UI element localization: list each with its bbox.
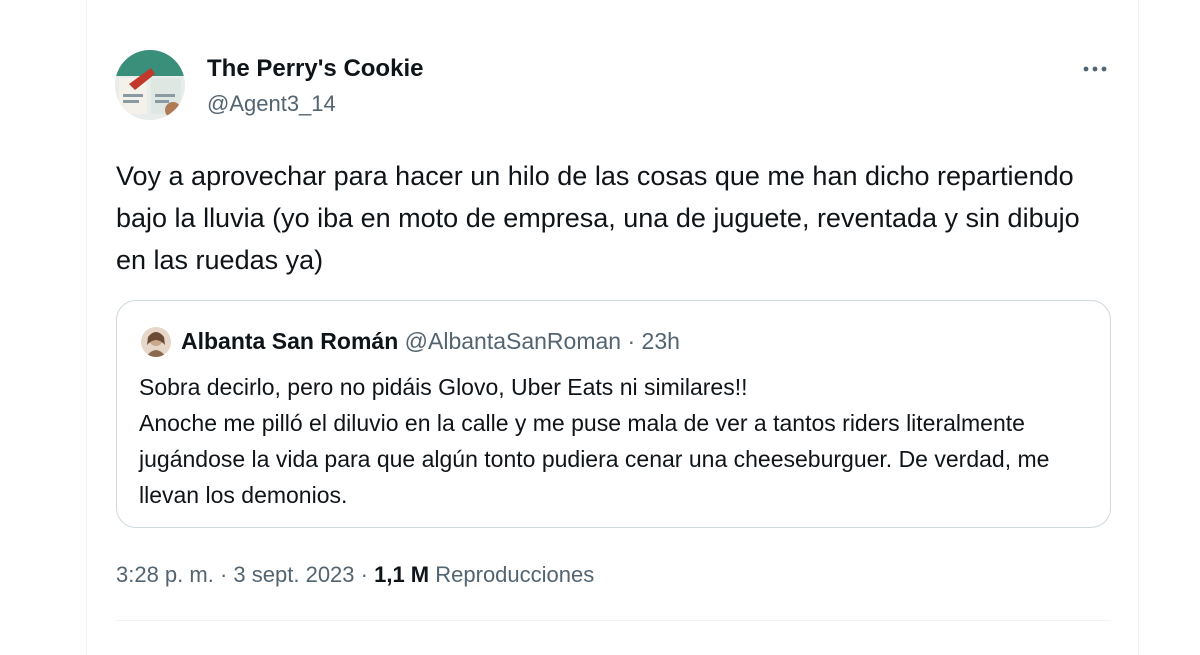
quoted-text: Sobra decirlo, pero no pidáis Glovo, Ube…	[139, 369, 1099, 513]
meta-separator: ·	[360, 562, 368, 587]
more-options-button[interactable]	[1078, 56, 1112, 82]
quoted-time[interactable]: 23h	[642, 328, 680, 354]
quoted-header: Albanta San Román @AlbantaSanRoman · 23h	[181, 326, 680, 356]
tweet-time[interactable]: 3:28 p. m.	[116, 562, 214, 587]
tweet-date[interactable]: 3 sept. 2023	[233, 562, 354, 587]
meta-separator: ·	[219, 562, 228, 587]
avatar-image	[115, 50, 185, 120]
views-count: 1,1 M	[374, 562, 430, 587]
tweet-text: Voy a aprovechar para hacer un hilo de l…	[116, 161, 1080, 275]
author-name[interactable]: The Perry's Cookie	[207, 55, 423, 83]
quoted-text-line: Anoche me pilló el diluvio en la calle y…	[139, 410, 1050, 508]
quoted-author-name[interactable]: Albanta San Román	[181, 328, 398, 354]
divider	[116, 620, 1111, 621]
quoted-author-avatar[interactable]	[141, 327, 171, 357]
quoted-text-line: Sobra decirlo, pero no pidáis Glovo, Ube…	[139, 374, 748, 400]
author-handle[interactable]: @Agent3_14	[207, 90, 336, 118]
quoted-author-handle[interactable]: @AlbantaSanRoman	[405, 328, 621, 354]
views-label: Reproducciones	[435, 562, 595, 587]
quoted-tweet[interactable]: Albanta San Román @AlbantaSanRoman · 23h…	[116, 300, 1111, 528]
tweet-meta: 3:28 p. m. · 3 sept. 2023 · 1,1 M Reprod…	[116, 560, 594, 590]
quoted-avatar-image	[141, 327, 171, 357]
quoted-separator: ·	[627, 328, 636, 354]
more-horizontal-icon	[1083, 66, 1107, 72]
author-avatar[interactable]	[115, 50, 185, 120]
